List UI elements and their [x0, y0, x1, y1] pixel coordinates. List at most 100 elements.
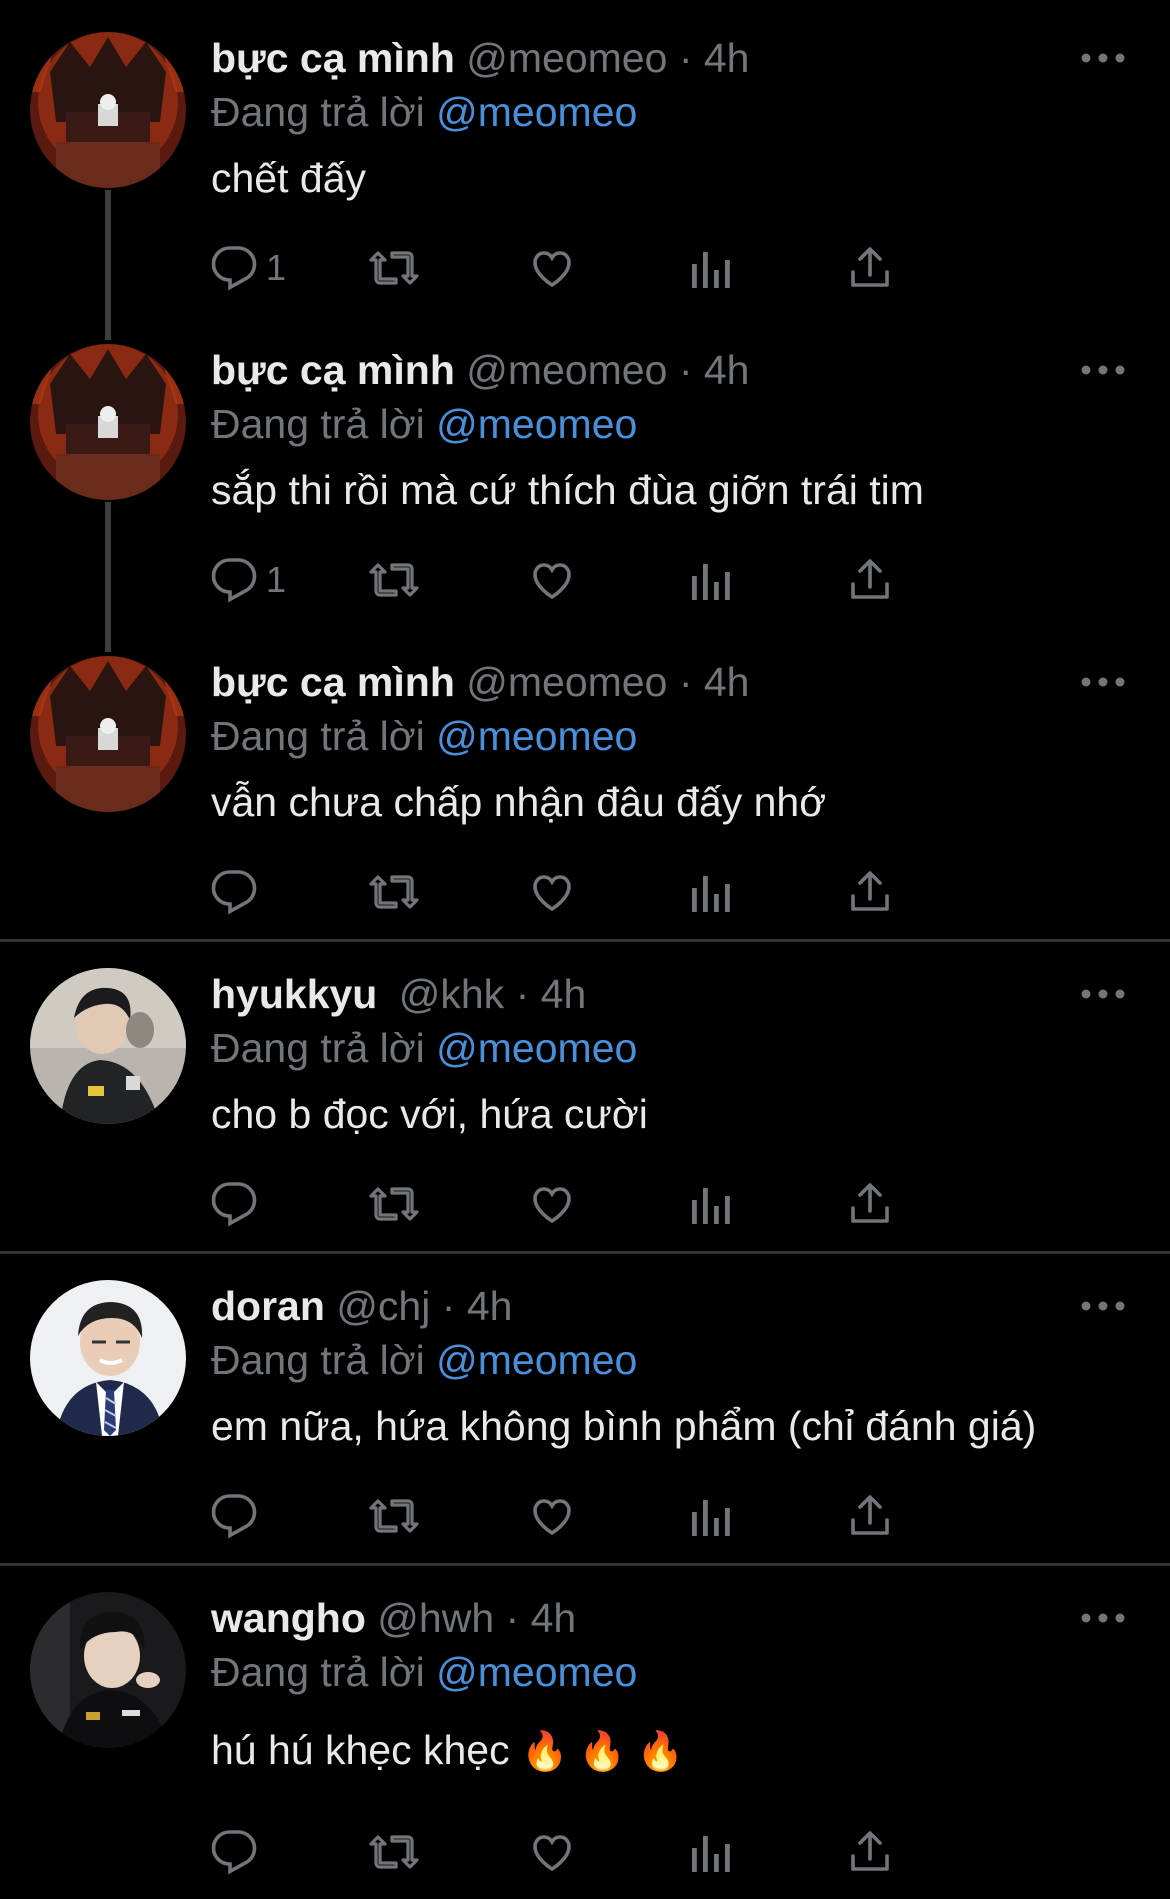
- like-button[interactable]: [528, 1822, 576, 1882]
- display-name[interactable]: hyukkyu: [211, 971, 377, 1017]
- tweet-text: chết đấy: [211, 155, 366, 201]
- like-button[interactable]: [528, 550, 576, 610]
- user-handle[interactable]: @khk: [399, 971, 504, 1017]
- mention-link[interactable]: @meomeo: [436, 89, 637, 135]
- user-handle[interactable]: @meomeo: [466, 35, 667, 81]
- retweet-button[interactable]: [368, 1486, 420, 1546]
- like-icon: [533, 563, 571, 600]
- tweet-item[interactable]: wangho @hwh · 4h Đang trả lời @meomeo hú…: [0, 1560, 1170, 1899]
- timestamp[interactable]: 4h: [704, 347, 750, 393]
- retweet-icon: [369, 1499, 419, 1533]
- timestamp[interactable]: 4h: [704, 35, 750, 81]
- reply-icon: [211, 1182, 257, 1227]
- reply-button[interactable]: 1: [210, 238, 286, 298]
- display-name[interactable]: bực cạ mình: [211, 347, 455, 393]
- reply-button[interactable]: [210, 862, 258, 922]
- retweet-button[interactable]: [368, 238, 420, 298]
- tweet-item[interactable]: hyukkyu @khk · 4h Đang trả lời @meomeo c…: [0, 936, 1170, 1252]
- action-bar: [210, 862, 1040, 922]
- user-handle[interactable]: @meomeo: [466, 347, 667, 393]
- mention-link[interactable]: @meomeo: [436, 713, 637, 759]
- more-icon[interactable]: [1078, 976, 1128, 1012]
- reply-button[interactable]: [210, 1174, 258, 1234]
- tweet-header: bực cạ mình @meomeo · 4h: [211, 30, 1080, 86]
- views-icon: [692, 1500, 730, 1536]
- like-button[interactable]: [528, 1174, 576, 1234]
- mention-link[interactable]: @meomeo: [436, 401, 637, 447]
- mention-link[interactable]: @meomeo: [436, 1337, 637, 1383]
- user-avatar-doran[interactable]: [30, 1280, 186, 1436]
- views-button[interactable]: [688, 1822, 732, 1882]
- timestamp[interactable]: 4h: [541, 971, 587, 1017]
- views-icon: [692, 252, 730, 288]
- more-icon[interactable]: [1078, 664, 1128, 700]
- share-button[interactable]: [846, 1174, 894, 1234]
- views-button[interactable]: [688, 862, 732, 922]
- retweet-button[interactable]: [368, 1822, 420, 1882]
- separator-dot: ·: [441, 1283, 456, 1329]
- user-avatar-wangho[interactable]: [30, 1592, 186, 1748]
- user-avatar-throne[interactable]: [30, 32, 186, 188]
- tweet-item[interactable]: bực cạ mình @meomeo · 4h Đang trả lời @m…: [0, 0, 1170, 312]
- like-icon: [533, 1187, 571, 1224]
- share-icon: [851, 871, 889, 911]
- reply-button[interactable]: [210, 1822, 258, 1882]
- tweet-header: wangho @hwh · 4h: [211, 1590, 1080, 1646]
- user-avatar-throne[interactable]: [30, 656, 186, 812]
- replying-label: Đang trả lời: [211, 89, 425, 135]
- timestamp[interactable]: 4h: [467, 1283, 513, 1329]
- mention-link[interactable]: @meomeo: [436, 1025, 637, 1071]
- views-button[interactable]: [688, 550, 732, 610]
- replying-label: Đang trả lời: [211, 401, 425, 447]
- replying-label: Đang trả lời: [211, 1025, 425, 1071]
- retweet-button[interactable]: [368, 862, 420, 922]
- share-button[interactable]: [846, 862, 894, 922]
- more-icon[interactable]: [1078, 40, 1128, 76]
- retweet-button[interactable]: [368, 1174, 420, 1234]
- action-bar: [210, 1486, 1040, 1546]
- more-icon[interactable]: [1078, 352, 1128, 388]
- retweet-icon: [369, 1187, 419, 1221]
- replying-to: Đang trả lời @meomeo: [211, 1020, 637, 1076]
- views-button[interactable]: [688, 1486, 732, 1546]
- like-button[interactable]: [528, 1486, 576, 1546]
- user-handle[interactable]: @hwh: [377, 1595, 494, 1641]
- views-button[interactable]: [688, 238, 732, 298]
- share-icon: [851, 559, 889, 599]
- user-handle[interactable]: @meomeo: [466, 659, 667, 705]
- views-icon: [692, 1188, 730, 1224]
- more-icon[interactable]: [1078, 1600, 1128, 1636]
- user-handle[interactable]: @chj: [336, 1283, 430, 1329]
- mention-link[interactable]: @meomeo: [436, 1649, 637, 1695]
- reply-feed: bực cạ mình @meomeo · 4h Đang trả lời @m…: [0, 0, 1170, 1899]
- retweet-icon: [369, 251, 419, 285]
- user-avatar-throne[interactable]: [30, 344, 186, 500]
- display-name[interactable]: bực cạ mình: [211, 659, 455, 705]
- share-button[interactable]: [846, 1486, 894, 1546]
- reply-button[interactable]: 1: [210, 550, 286, 610]
- share-button[interactable]: [846, 550, 894, 610]
- like-button[interactable]: [528, 238, 576, 298]
- tweet-item[interactable]: bực cạ mình @meomeo · 4h Đang trả lời @m…: [0, 624, 1170, 936]
- tweet-item[interactable]: bực cạ mình @meomeo · 4h Đang trả lời @m…: [0, 312, 1170, 624]
- tweet-text-body: hú hú khẹc khẹc: [211, 1727, 510, 1773]
- timestamp[interactable]: 4h: [704, 659, 750, 705]
- more-icon[interactable]: [1078, 1288, 1128, 1324]
- action-bar: 1: [210, 238, 1040, 298]
- retweet-button[interactable]: [368, 550, 420, 610]
- action-bar: [210, 1822, 1040, 1882]
- timestamp[interactable]: 4h: [531, 1595, 577, 1641]
- user-avatar-hyukkyu[interactable]: [30, 968, 186, 1124]
- like-icon: [533, 875, 571, 912]
- share-button[interactable]: [846, 1822, 894, 1882]
- tweet-item[interactable]: doran @chj · 4h Đang trả lời @meomeo em …: [0, 1248, 1170, 1564]
- display-name[interactable]: bực cạ mình: [211, 35, 455, 81]
- views-button[interactable]: [688, 1174, 732, 1234]
- display-name[interactable]: doran: [211, 1283, 325, 1329]
- like-button[interactable]: [528, 862, 576, 922]
- tweet-header: bực cạ mình @meomeo · 4h: [211, 342, 1080, 398]
- display-name[interactable]: wangho: [211, 1595, 366, 1641]
- retweet-icon: [369, 563, 419, 597]
- reply-button[interactable]: [210, 1486, 258, 1546]
- share-button[interactable]: [846, 238, 894, 298]
